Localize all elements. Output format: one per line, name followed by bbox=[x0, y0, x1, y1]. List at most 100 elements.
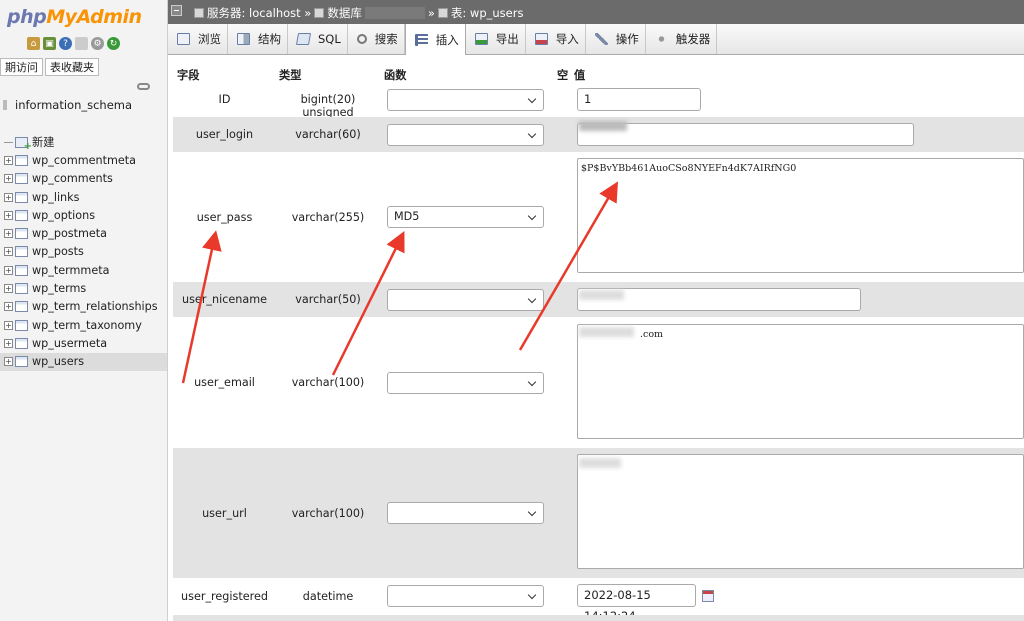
collapse-sidebar-button[interactable] bbox=[171, 5, 182, 16]
value-input-user-registered[interactable]: 2022-08-15 14:12:24 bbox=[577, 584, 696, 621]
table-row: user_pass varchar(255) MD5 $P$BvYBb461Au… bbox=[173, 152, 1024, 282]
tab-export[interactable]: 导出 bbox=[466, 24, 526, 54]
tree-item-table[interactable]: + wp_postmeta bbox=[0, 224, 167, 242]
value-textarea-user-email[interactable]: .com bbox=[577, 324, 1024, 439]
function-select[interactable] bbox=[387, 585, 544, 607]
expand-icon[interactable]: + bbox=[4, 265, 13, 275]
tree-item-table[interactable]: + wp_options bbox=[0, 206, 167, 224]
tree-item-label: wp_options bbox=[32, 208, 96, 222]
main-tabs: 浏览 结构 SQL 搜索 插入 导出 导入 操作 触发器 bbox=[168, 24, 1024, 55]
tab-recent[interactable]: 期访问 bbox=[0, 58, 43, 76]
reload-icon[interactable]: ↻ bbox=[107, 37, 120, 50]
tab-insert[interactable]: 插入 bbox=[404, 24, 466, 55]
tree-item-label: wp_termmeta bbox=[32, 263, 110, 277]
function-select-md5[interactable]: MD5 bbox=[387, 206, 544, 228]
expand-icon[interactable]: + bbox=[4, 320, 13, 330]
new-table-icon bbox=[15, 136, 32, 152]
field-name: user_registered bbox=[181, 590, 268, 603]
table-icon bbox=[437, 8, 448, 18]
home-icon[interactable]: ⌂ bbox=[27, 37, 40, 50]
function-select[interactable] bbox=[387, 502, 544, 524]
tab-structure[interactable]: 结构 bbox=[228, 24, 288, 54]
calendar-icon[interactable] bbox=[702, 590, 714, 602]
table-icon bbox=[15, 228, 28, 240]
field-name: user_email bbox=[194, 376, 255, 389]
expand-icon[interactable]: + bbox=[4, 247, 13, 257]
expand-icon[interactable]: + bbox=[4, 192, 13, 202]
tree-item-table[interactable]: + wp_termmeta bbox=[0, 261, 167, 279]
tree-item-table[interactable]: + wp_term_taxonomy bbox=[0, 316, 167, 334]
insert-form: 字段 类型 函数 空 值 ID bigint(20) unsigned 1 us… bbox=[173, 63, 1024, 621]
tree-item-table[interactable]: + wp_usermeta bbox=[0, 334, 167, 352]
table-icon bbox=[15, 209, 28, 221]
docs-icon[interactable] bbox=[75, 37, 88, 50]
redacted-value bbox=[579, 121, 627, 131]
help-icon[interactable]: ? bbox=[59, 37, 72, 50]
breadcrumb-server[interactable]: 服务器: localhost » bbox=[207, 5, 311, 21]
breadcrumb-database[interactable]: 数据库 bbox=[327, 5, 362, 21]
tree-item-table[interactable]: + wp_links bbox=[0, 188, 167, 206]
tab-operations[interactable]: 操作 bbox=[586, 24, 646, 54]
tree-item-label: 新建 bbox=[32, 136, 55, 150]
tree-item-label: wp_posts bbox=[32, 245, 84, 259]
tree-item-table[interactable]: + wp_terms bbox=[0, 279, 167, 297]
function-select[interactable] bbox=[387, 89, 544, 111]
settings-gear-icon[interactable]: ⚙ bbox=[91, 37, 104, 50]
expand-icon[interactable]: + bbox=[4, 155, 13, 165]
expand-icon[interactable]: + bbox=[4, 174, 13, 184]
tree-item-new[interactable]: 新建 bbox=[0, 133, 167, 152]
field-type: varchar(255) bbox=[291, 211, 365, 224]
browse-icon bbox=[177, 33, 190, 45]
database-item[interactable]: information_schema bbox=[15, 98, 132, 112]
tree-item-table[interactable]: + wp_posts bbox=[0, 243, 167, 261]
expand-icon[interactable]: + bbox=[4, 229, 13, 239]
breadcrumb-table[interactable]: 表: wp_users bbox=[451, 5, 524, 21]
function-select[interactable] bbox=[387, 372, 544, 394]
expand-icon[interactable]: + bbox=[4, 284, 13, 294]
expand-icon[interactable]: + bbox=[4, 338, 13, 348]
expand-icon[interactable]: + bbox=[4, 357, 13, 367]
tab-import[interactable]: 导入 bbox=[526, 24, 586, 54]
header-field: 字段 bbox=[177, 69, 200, 82]
tab-sql[interactable]: SQL bbox=[288, 24, 348, 54]
trigger-icon bbox=[654, 33, 668, 45]
sidebar-tabs: 期访问 表收藏夹 bbox=[0, 58, 101, 76]
sql-icon bbox=[295, 33, 312, 45]
field-type: datetime bbox=[302, 590, 354, 603]
table-icon bbox=[15, 301, 28, 313]
link-with-main-panel-icon[interactable] bbox=[137, 83, 150, 90]
field-name: user_nicename bbox=[182, 293, 267, 306]
logout-icon[interactable]: ▣ bbox=[43, 37, 56, 50]
expand-icon[interactable]: + bbox=[4, 302, 13, 312]
tree-item-table[interactable]: + wp_term_relationships bbox=[0, 298, 167, 316]
redacted-value bbox=[579, 327, 634, 337]
field-type: varchar(100) bbox=[291, 507, 365, 520]
expand-icon[interactable]: + bbox=[4, 210, 13, 220]
tab-triggers[interactable]: 触发器 bbox=[646, 24, 718, 54]
tree-item-label: wp_comments bbox=[32, 172, 113, 186]
search-icon bbox=[356, 34, 367, 44]
function-select[interactable] bbox=[387, 124, 544, 146]
field-type: varchar(100) bbox=[291, 376, 365, 389]
header-type: 类型 bbox=[279, 69, 302, 82]
table-icon bbox=[15, 191, 28, 203]
tab-browse[interactable]: 浏览 bbox=[168, 24, 228, 54]
redacted-database-name bbox=[364, 7, 425, 19]
tree-item-table[interactable]: + wp_comments bbox=[0, 170, 167, 188]
tree-item-label: wp_links bbox=[32, 190, 80, 204]
field-type: varchar(50) bbox=[295, 293, 361, 306]
field-name: ID bbox=[218, 93, 231, 106]
tree-item-table-active[interactable]: + wp_users bbox=[0, 352, 167, 371]
tab-favorites[interactable]: 表收藏夹 bbox=[45, 58, 99, 76]
structure-icon bbox=[237, 33, 250, 45]
phpmyadmin-logo[interactable]: phpMyAdmin bbox=[7, 6, 142, 28]
value-textarea-user-pass[interactable]: $P$BvYBb461AuoCSo8NYEFn4dK7AIRfNG0 bbox=[577, 158, 1024, 273]
value-textarea-user-url[interactable] bbox=[577, 454, 1024, 569]
field-name: user_login bbox=[195, 128, 254, 141]
function-select[interactable] bbox=[387, 289, 544, 311]
value-input-user-login[interactable] bbox=[577, 123, 914, 146]
value-input-id[interactable]: 1 bbox=[577, 88, 701, 111]
tree-item-table[interactable]: + wp_commentmeta bbox=[0, 151, 167, 169]
tab-search[interactable]: 搜索 bbox=[348, 24, 405, 54]
field-type: bigint(20) unsigned bbox=[300, 93, 356, 119]
